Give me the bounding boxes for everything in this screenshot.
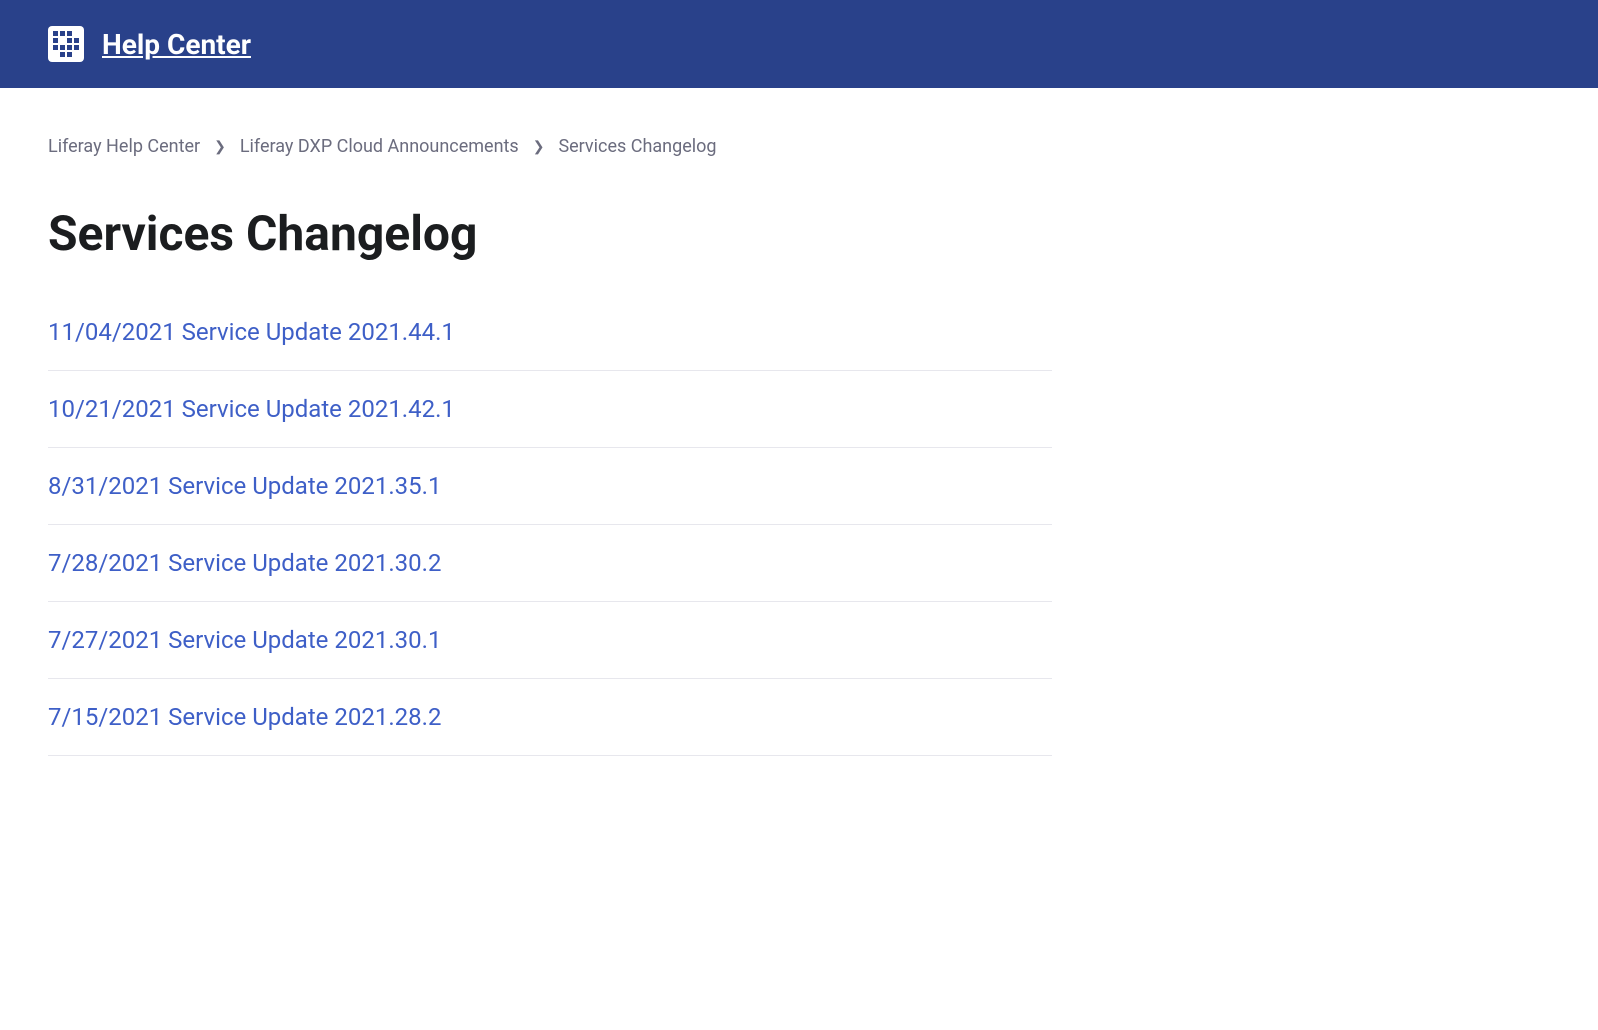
breadcrumb: Liferay Help Center ❯ Liferay DXP Cloud … <box>48 136 1052 157</box>
list-item: 7/28/2021 Service Update 2021.30.2 <box>48 525 1052 602</box>
list-item: 8/31/2021 Service Update 2021.35.1 <box>48 448 1052 525</box>
article-link[interactable]: 11/04/2021 Service Update 2021.44.1 <box>48 318 455 346</box>
article-list: 11/04/2021 Service Update 2021.44.1 10/2… <box>48 318 1052 756</box>
header-inner: Help Center <box>48 26 251 62</box>
header-title-link[interactable]: Help Center <box>102 28 251 61</box>
article-link[interactable]: 7/27/2021 Service Update 2021.30.1 <box>48 626 441 654</box>
breadcrumb-current: Services Changelog <box>558 136 716 157</box>
site-header: Help Center <box>0 0 1598 88</box>
list-item: 7/27/2021 Service Update 2021.30.1 <box>48 602 1052 679</box>
chevron-right-icon: ❯ <box>214 139 226 155</box>
chevron-right-icon: ❯ <box>533 139 545 155</box>
list-item: 7/15/2021 Service Update 2021.28.2 <box>48 679 1052 756</box>
list-item: 11/04/2021 Service Update 2021.44.1 <box>48 318 1052 371</box>
breadcrumb-link-home[interactable]: Liferay Help Center <box>48 136 200 157</box>
page-title: Services Changelog <box>48 205 1052 262</box>
breadcrumb-link-category[interactable]: Liferay DXP Cloud Announcements <box>240 136 519 157</box>
article-link[interactable]: 7/28/2021 Service Update 2021.30.2 <box>48 549 441 577</box>
article-link[interactable]: 7/15/2021 Service Update 2021.28.2 <box>48 703 441 731</box>
article-link[interactable]: 8/31/2021 Service Update 2021.35.1 <box>48 472 441 500</box>
main-content: Liferay Help Center ❯ Liferay DXP Cloud … <box>0 88 1100 804</box>
article-link[interactable]: 10/21/2021 Service Update 2021.42.1 <box>48 395 455 423</box>
list-item: 10/21/2021 Service Update 2021.42.1 <box>48 371 1052 448</box>
brand-logo-icon[interactable] <box>48 26 84 62</box>
